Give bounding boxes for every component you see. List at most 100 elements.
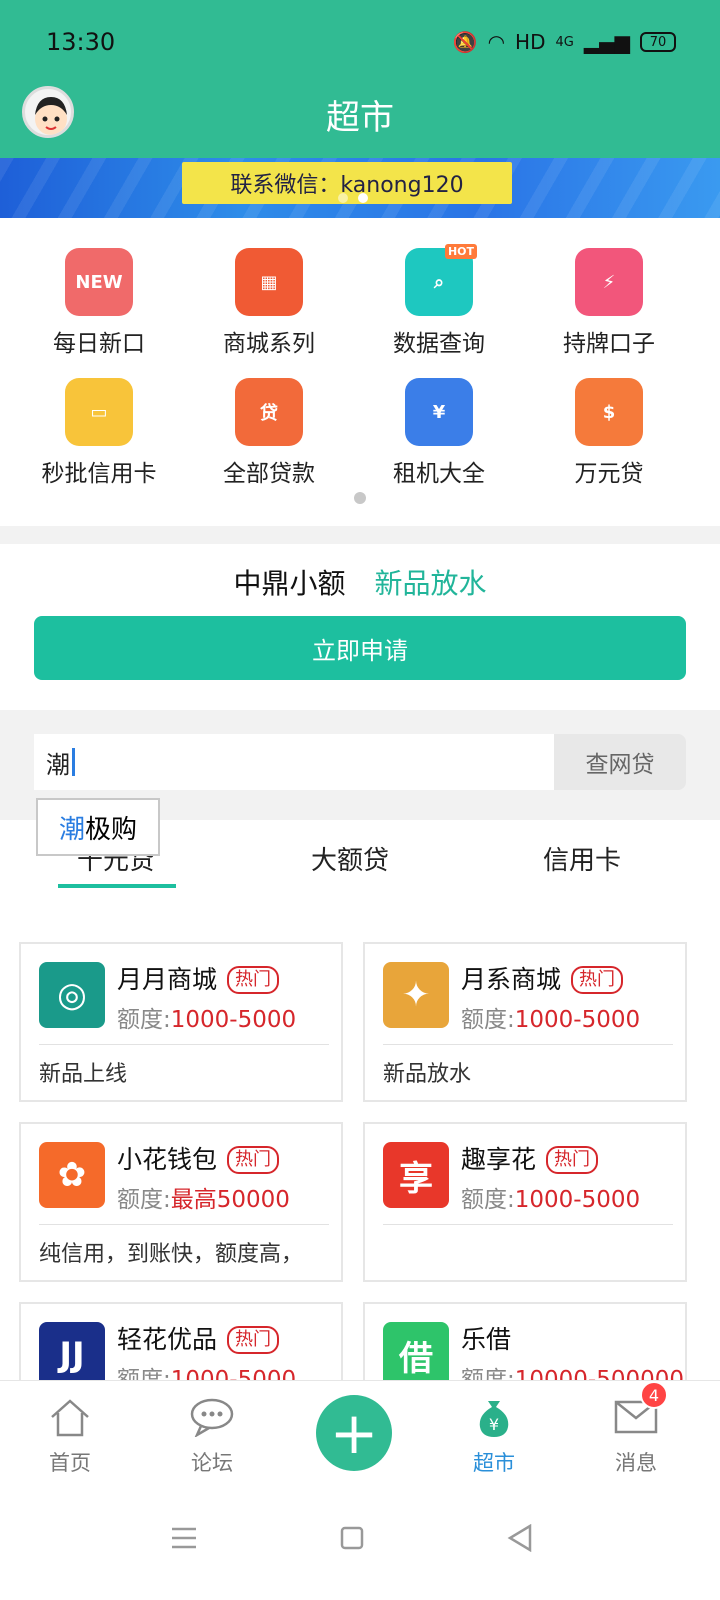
battery-icon: 70	[640, 32, 676, 52]
grid-item[interactable]: 贷全部贷款	[184, 378, 354, 488]
product-card[interactable]: ✿ 小花钱包 热门 额度:最高50000 纯信用，到账快，额度高，	[19, 1122, 343, 1282]
grid-glyph: $	[602, 401, 616, 423]
limit-value: 1000-5000	[514, 1007, 641, 1033]
mute-icon: 🔕	[452, 30, 478, 54]
product-logo: 借	[383, 1322, 449, 1388]
hot-badge: 热门	[571, 966, 624, 994]
grid-item[interactable]: ⌕ HOT 数据查询	[354, 244, 524, 358]
text-caret	[72, 748, 75, 776]
product-logo: ◎	[39, 962, 105, 1028]
svg-text:¥: ¥	[489, 1415, 499, 1434]
product-name-row: 月月商城 热门	[117, 960, 280, 996]
search-suggestion[interactable]: 潮极购	[36, 798, 160, 856]
grid-label: 万元贷	[574, 461, 644, 487]
nav-messages[interactable]: 4 消息	[576, 1381, 696, 1477]
card-divider	[383, 1044, 673, 1045]
product-card[interactable]: ✦ 月系商城 热门 额度:1000-5000 新品放水	[363, 942, 687, 1102]
message-badge: 4	[640, 1381, 668, 1409]
loan-icon: 贷	[235, 378, 303, 446]
grid-label: 每日新口	[53, 331, 145, 357]
grid-item[interactable]: ▦ 商城系列	[184, 248, 354, 358]
search-button[interactable]: 查网贷	[554, 734, 686, 790]
grid-glyph: ⌕	[433, 271, 445, 293]
apply-button[interactable]: 立即申请	[34, 616, 686, 680]
tab-large-loan[interactable]: 大额贷	[250, 840, 450, 877]
product-card[interactable]: ◎ 月月商城 热门 额度:1000-5000 新品上线	[19, 942, 343, 1102]
grid-label: 全部贷款	[223, 461, 315, 487]
grid-label: 持牌口子	[563, 331, 655, 357]
nav-label: 论坛	[191, 1451, 233, 1475]
product-name-row: 月系商城 热门	[461, 960, 624, 996]
promo-name: 中鼎小额	[233, 567, 346, 600]
grid-item[interactable]: ⚡ 持牌口子	[524, 248, 694, 358]
menu-icon[interactable]	[164, 1518, 204, 1558]
hot-badge: 热门	[227, 1146, 280, 1174]
nav-home[interactable]: 首页	[10, 1393, 130, 1477]
nav-label: 消息	[615, 1451, 657, 1475]
card-divider	[383, 1224, 673, 1225]
banner-carousel[interactable]: 联系微信：kanong120	[0, 158, 720, 218]
product-description: 新品上线	[39, 1062, 128, 1087]
product-card[interactable]: 借乐借 额度:10000-500000	[363, 1302, 687, 1390]
category-grid: NEW 每日新口 ▦ 商城系列 ⌕ HOT 数据查询 ⚡ 持牌口子 ▭ 秒批信用卡 贷全部贷款 ¥ 租机大…	[0, 218, 720, 526]
limit-label: 额度:	[461, 1187, 515, 1213]
top-bar: 13:30 🔕 ◠ HD 4G ▂▄▆ 70 超市	[0, 0, 720, 158]
grid-item[interactable]: NEW 每日新口	[14, 248, 184, 358]
suggestion-rest: 极购	[85, 814, 138, 845]
product-name-row: 趣享花 热门	[461, 1140, 599, 1176]
product-name: 月系商城	[461, 965, 562, 994]
product-logo: 享	[383, 1142, 449, 1208]
tab-credit-card[interactable]: 信用卡	[482, 840, 682, 877]
nav-label: 首页	[49, 1451, 91, 1475]
hot-badge: 热门	[227, 966, 280, 994]
grid-item[interactable]: $ 万元贷	[524, 378, 694, 488]
grid-label: 租机大全	[393, 461, 485, 487]
page-title: 超市	[326, 98, 394, 138]
product-name-row: 小花钱包 热门	[117, 1140, 280, 1176]
product-logo: ✿	[39, 1142, 105, 1208]
limit-label: 额度:	[117, 1187, 171, 1213]
grid-item[interactable]: ▭ 秒批信用卡	[14, 378, 184, 488]
bottom-nav: 首页 论坛 + ¥ 超市 4 消息	[0, 1380, 720, 1490]
product-limit: 额度:1000-5000	[461, 1000, 640, 1034]
product-card[interactable]: JJ 轻花优品 热门 额度:1000-5000	[19, 1302, 343, 1390]
banner-dot	[338, 193, 348, 203]
home-square-icon[interactable]	[332, 1518, 372, 1558]
card-divider	[39, 1044, 329, 1045]
wifi-icon: ◠	[487, 30, 506, 54]
grid-glyph: ▦	[260, 271, 278, 293]
product-list: ◎ 月月商城 热门 额度:1000-5000 新品上线 ✦ 月系商城 热门 额度:1000-50…	[0, 920, 720, 1390]
product-name: 小花钱包	[117, 1145, 218, 1174]
nav-forum[interactable]: 论坛	[152, 1393, 272, 1477]
grid-label: 秒批信用卡	[41, 461, 157, 487]
product-logo: JJ	[39, 1322, 105, 1388]
product-name-row: 轻花优品 热门	[117, 1320, 280, 1356]
product-name-row: 乐借	[461, 1320, 511, 1356]
add-post-button[interactable]: +	[316, 1395, 392, 1471]
magnify-icon: ⌕ HOT	[405, 244, 477, 316]
hot-badge: 热门	[227, 1326, 280, 1354]
grid-label: 数据查询	[393, 331, 485, 357]
search-input[interactable]: 潮	[34, 734, 554, 790]
product-name: 乐借	[461, 1325, 512, 1354]
limit-value: 1000-5000	[514, 1187, 641, 1213]
limit-label: 额度:	[117, 1007, 171, 1033]
grid-item[interactable]: ¥ 租机大全	[354, 378, 524, 488]
promo-section: 中鼎小额 新品放水 立即申请	[0, 544, 720, 710]
limit-label: 额度:	[461, 1007, 515, 1033]
nav-market[interactable]: ¥ 超市	[434, 1393, 554, 1477]
promo-line: 中鼎小额 新品放水	[0, 562, 720, 602]
product-name: 月月商城	[117, 965, 218, 994]
product-card[interactable]: 享趣享花 热门额度:1000-5000	[363, 1122, 687, 1282]
grid-glyph: 贷	[260, 403, 278, 424]
grid-glyph: ⚡	[602, 271, 616, 293]
back-icon[interactable]	[500, 1518, 540, 1558]
hot-tag: HOT	[444, 244, 477, 259]
card-icon: ▭	[65, 378, 133, 446]
signal-icon: ▂▄▆	[583, 30, 630, 54]
grid-label: 商城系列	[223, 331, 315, 357]
grid-page-dot	[354, 492, 366, 504]
mail-icon: 4	[612, 1381, 668, 1441]
banner-dot-active	[358, 193, 368, 203]
hot-badge: 热门	[546, 1146, 599, 1174]
